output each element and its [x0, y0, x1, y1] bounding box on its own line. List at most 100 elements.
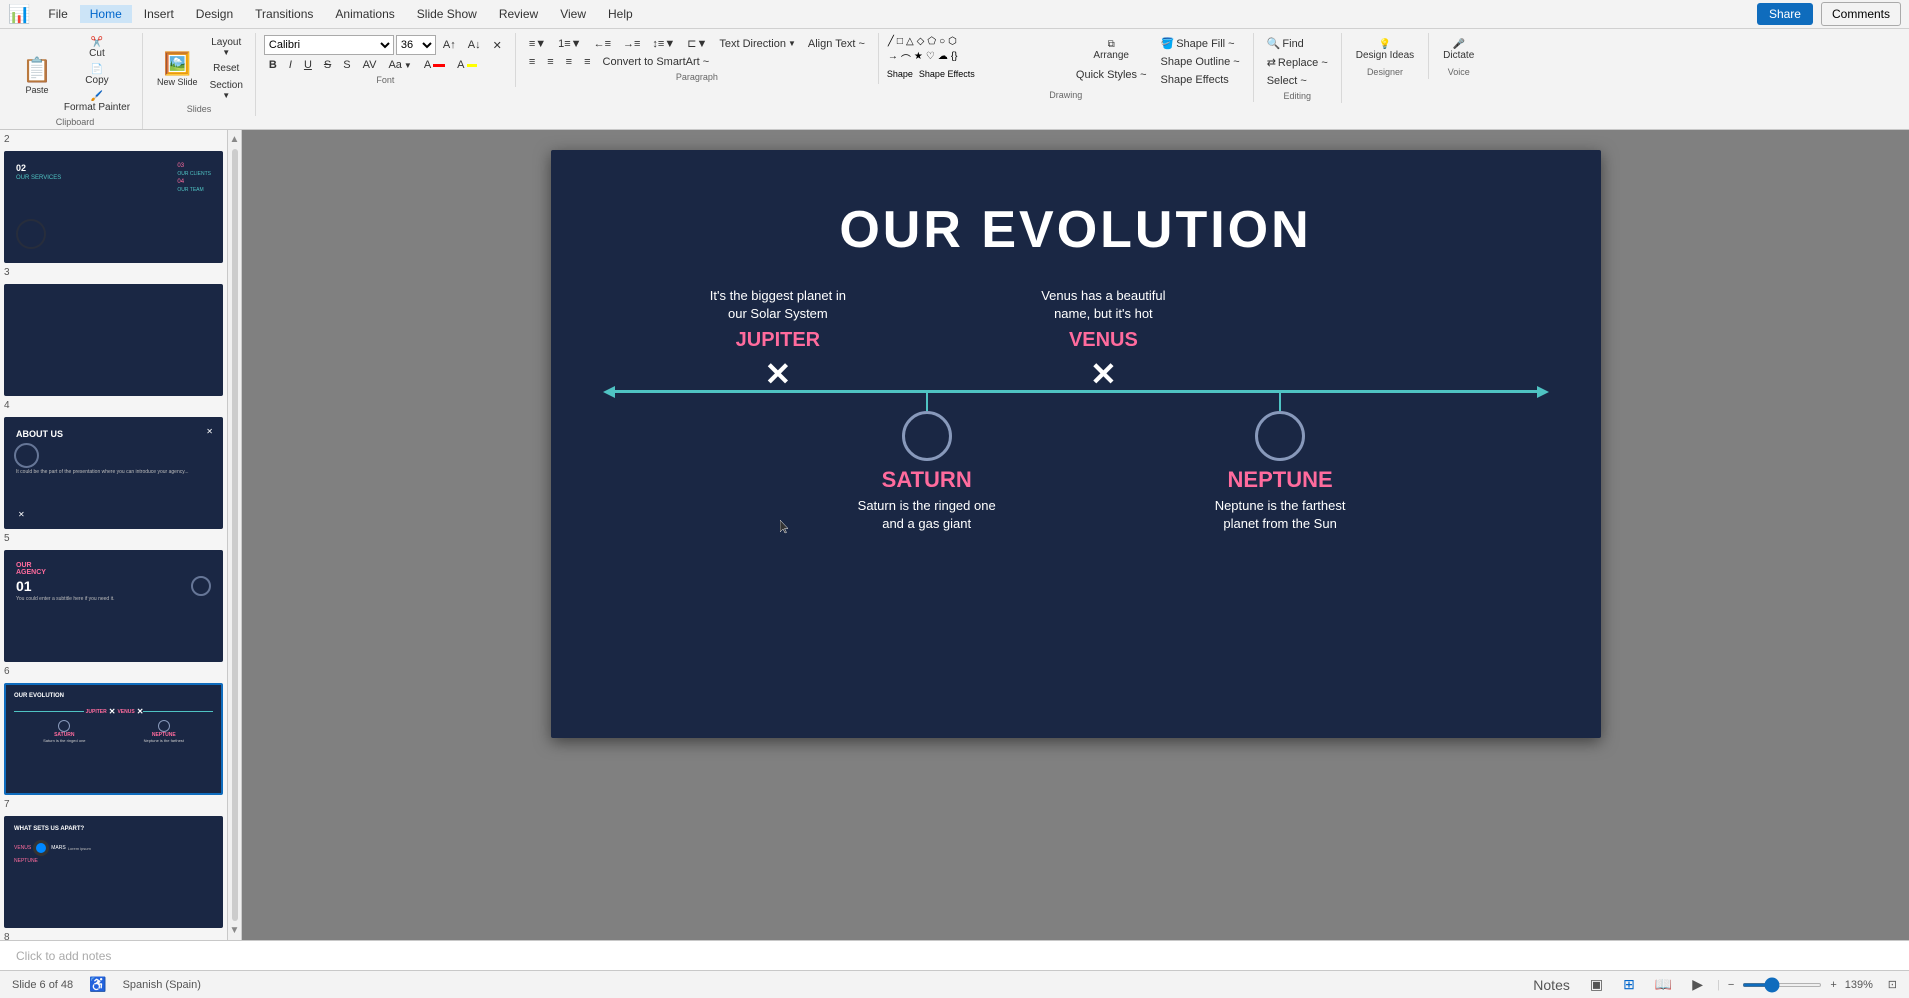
- zoom-minus[interactable]: −: [1728, 979, 1734, 991]
- decrease-font-button[interactable]: A↓: [463, 37, 486, 53]
- shape-curved[interactable]: ⌒: [900, 50, 912, 67]
- format-painter-button[interactable]: 🖌️ Format Painter: [60, 89, 134, 115]
- shape-bracket[interactable]: {}: [950, 50, 959, 67]
- title-bar: 📊 File Home Insert Design Transitions An…: [0, 0, 1909, 29]
- neptune-circle: [1255, 411, 1305, 461]
- bullets-button[interactable]: ≡▼: [524, 36, 551, 52]
- shadow-button[interactable]: S: [338, 57, 355, 73]
- venus-desc: Venus has a beautiful name, but it's hot: [1041, 287, 1165, 323]
- design-ideas-button[interactable]: 💡 Design Ideas: [1350, 35, 1420, 65]
- change-case-button[interactable]: Aa ▼: [383, 57, 416, 73]
- clipboard-group: 📋 Paste ✂️ Cut 📄 Copy 🖌️ Format Painter: [8, 33, 143, 129]
- menu-review[interactable]: Review: [489, 5, 548, 23]
- paste-button[interactable]: 📋 Paste: [16, 52, 58, 99]
- menu-insert[interactable]: Insert: [134, 5, 184, 23]
- shape-circle[interactable]: ○: [938, 35, 946, 48]
- slide-thumb-3[interactable]: [4, 284, 223, 396]
- char-spacing-button[interactable]: AV: [358, 57, 382, 73]
- menu-file[interactable]: File: [38, 5, 77, 23]
- zoom-slider[interactable]: [1742, 983, 1822, 987]
- scroll-up[interactable]: ▲: [230, 134, 240, 145]
- shape-fill-icon: 🪣: [1161, 37, 1175, 50]
- slideshow-button[interactable]: ▶: [1686, 974, 1709, 995]
- new-slide-button[interactable]: 🖼️ New Slide: [151, 47, 204, 91]
- slide-thumb-4[interactable]: ABOUT US It could be the part of the pre…: [4, 417, 223, 529]
- slide-thumb-6[interactable]: OUR EVOLUTION JUPITER ✕ VENUS ✕ SATURN S…: [4, 683, 223, 795]
- strikethrough-button[interactable]: S: [319, 57, 336, 73]
- copy-button[interactable]: 📄 Copy: [60, 62, 134, 88]
- menu-home[interactable]: Home: [80, 5, 132, 23]
- zoom-level[interactable]: 139%: [1845, 979, 1880, 991]
- text-direction-button[interactable]: Text Direction ▼: [714, 36, 801, 52]
- notes-view-button[interactable]: Notes: [1527, 975, 1576, 995]
- font-size-select[interactable]: 36: [396, 35, 436, 55]
- slide-thumb-7[interactable]: WHAT SETS US APART? VENUS MARS Lorem ips…: [4, 816, 223, 928]
- align-right-button[interactable]: ≡: [561, 54, 577, 70]
- slide-thumb-5[interactable]: OUR AGENCY 01 You could enter a subtitle…: [4, 550, 223, 662]
- shape-arrow[interactable]: →: [887, 50, 899, 67]
- scroll-thumb[interactable]: [232, 149, 238, 921]
- menu-view[interactable]: View: [550, 5, 596, 23]
- menu-design[interactable]: Design: [186, 5, 243, 23]
- shape-cloud[interactable]: ☁: [937, 50, 949, 67]
- layout-button[interactable]: Layout ▼: [206, 35, 247, 59]
- smart-art-button[interactable]: Convert to SmartArt ~: [598, 54, 715, 70]
- share-button[interactable]: Share: [1757, 3, 1813, 25]
- bold-button[interactable]: B: [264, 57, 282, 73]
- shape-heart[interactable]: ♡: [925, 50, 936, 67]
- shape-line[interactable]: ╱: [887, 35, 895, 48]
- fit-page-button[interactable]: ⊡: [1888, 978, 1897, 991]
- cut-button[interactable]: ✂️ Cut: [60, 35, 134, 61]
- clear-format-button[interactable]: ✕: [488, 37, 507, 54]
- underline-button[interactable]: U: [299, 57, 317, 73]
- line-spacing-button[interactable]: ↕≡▼: [647, 36, 680, 52]
- scroll-down[interactable]: ▼: [230, 925, 240, 936]
- increase-font-button[interactable]: A↑: [438, 37, 461, 53]
- reading-view-button[interactable]: 📖: [1649, 974, 1678, 995]
- quick-styles-button[interactable]: Quick Styles ~: [1071, 67, 1152, 83]
- slide-sorter-button[interactable]: ⊞: [1617, 974, 1641, 995]
- shape-pentagon[interactable]: ⬠: [926, 35, 937, 48]
- reset-button[interactable]: Reset: [206, 61, 247, 76]
- shape-triangle[interactable]: △: [905, 35, 915, 48]
- align-left-button[interactable]: ≡: [524, 54, 540, 70]
- slide4-close[interactable]: ✕: [206, 427, 213, 436]
- shape-cylinder[interactable]: ⬡: [947, 35, 958, 48]
- dictate-button[interactable]: 🎤 Dictate: [1437, 35, 1480, 65]
- shape-diamond[interactable]: ◇: [916, 35, 926, 48]
- replace-button[interactable]: ⇄ Replace ~: [1262, 54, 1333, 71]
- italic-button[interactable]: I: [284, 57, 297, 73]
- menu-slideshow[interactable]: Slide Show: [407, 5, 487, 23]
- select-button[interactable]: Select ~: [1262, 73, 1333, 89]
- numbering-button[interactable]: 1≡▼: [553, 36, 586, 52]
- menu-help[interactable]: Help: [598, 5, 643, 23]
- align-center-button[interactable]: ≡: [542, 54, 558, 70]
- increase-indent-button[interactable]: →≡: [618, 36, 645, 52]
- find-button[interactable]: 🔍 Find: [1262, 35, 1333, 52]
- saturn-circle: [902, 411, 952, 461]
- shape-fill-button[interactable]: 🪣 Shape Fill ~: [1156, 35, 1245, 52]
- slide-thumb-2[interactable]: 02 OUR SERVICES 03 OUR CLIENTS 04 OUR TE…: [4, 151, 223, 263]
- columns-button[interactable]: ⊏▼: [682, 35, 712, 52]
- section-button[interactable]: Section ▼: [206, 78, 247, 102]
- menu-transitions[interactable]: Transitions: [245, 5, 323, 23]
- font-name-select[interactable]: Calibri: [264, 35, 394, 55]
- zoom-plus[interactable]: +: [1830, 979, 1836, 991]
- menu-bar: File Home Insert Design Transitions Anim…: [38, 5, 642, 23]
- shape-rect[interactable]: □: [896, 35, 904, 48]
- decrease-indent-button[interactable]: ←≡: [589, 36, 616, 52]
- shape-effects-button[interactable]: Shape Effects: [1156, 72, 1245, 88]
- arrange-button[interactable]: ⧉ Arrange: [1071, 35, 1152, 65]
- voice-group: 🎤 Dictate Voice: [1429, 33, 1488, 79]
- align-text-button[interactable]: Align Text ~: [803, 36, 870, 52]
- shape-star[interactable]: ★: [913, 50, 924, 67]
- shape-outline-button[interactable]: Shape Outline ~: [1156, 54, 1245, 70]
- menu-animations[interactable]: Animations: [325, 5, 404, 23]
- normal-view-button[interactable]: ▣: [1584, 974, 1609, 995]
- notes-bar[interactable]: Click to add notes: [0, 940, 1909, 970]
- font-color-button[interactable]: A: [419, 57, 450, 73]
- paragraph-group: ≡▼ 1≡▼ ←≡ →≡ ↕≡▼ ⊏▼ Text Direction ▼ Ali…: [516, 33, 879, 84]
- justify-button[interactable]: ≡: [579, 54, 595, 70]
- highlight-button[interactable]: A: [452, 57, 481, 73]
- comments-button[interactable]: Comments: [1821, 2, 1901, 26]
